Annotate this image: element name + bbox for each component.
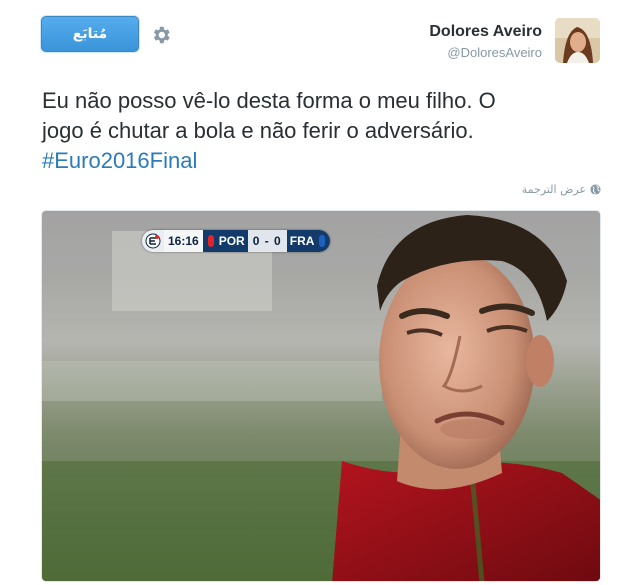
user-handle[interactable]: @DoloresAveiro — [447, 45, 542, 60]
player-photo — [42, 211, 600, 581]
tweet-text-line: Eu não posso vê-lo desta forma o meu fil… — [42, 88, 496, 113]
match-clock: 16:16 — [164, 230, 203, 252]
hashtag-link[interactable]: #Euro2016Final — [42, 146, 612, 176]
gear-icon[interactable] — [150, 24, 172, 46]
match-score: 0 - 0 — [247, 230, 287, 252]
globe-icon — [590, 184, 601, 195]
avatar[interactable] — [555, 18, 600, 63]
tweet-text-line: jogo é chutar a bola e não ferir o adver… — [42, 118, 474, 143]
home-team: POR — [215, 230, 248, 252]
euro-logo-icon — [142, 230, 164, 252]
following-button[interactable]: مُتابَع — [41, 16, 139, 52]
translate-link[interactable]: عرض الترجمة — [522, 183, 601, 196]
tweet-text: Eu não posso vê-lo desta forma o meu fil… — [42, 86, 612, 176]
france-flag-icon — [319, 235, 326, 247]
tweet-photo[interactable]: 16:16 POR 0 - 0 FRA — [41, 210, 601, 582]
away-team: FRA — [286, 230, 318, 252]
portugal-flag-icon — [207, 235, 214, 247]
translate-label: عرض الترجمة — [521, 183, 586, 196]
score-panel: POR 0 - 0 FRA — [202, 230, 331, 252]
scoreboard: 16:16 POR 0 - 0 FRA — [142, 230, 331, 252]
display-name[interactable]: Dolores Aveiro — [429, 23, 542, 41]
